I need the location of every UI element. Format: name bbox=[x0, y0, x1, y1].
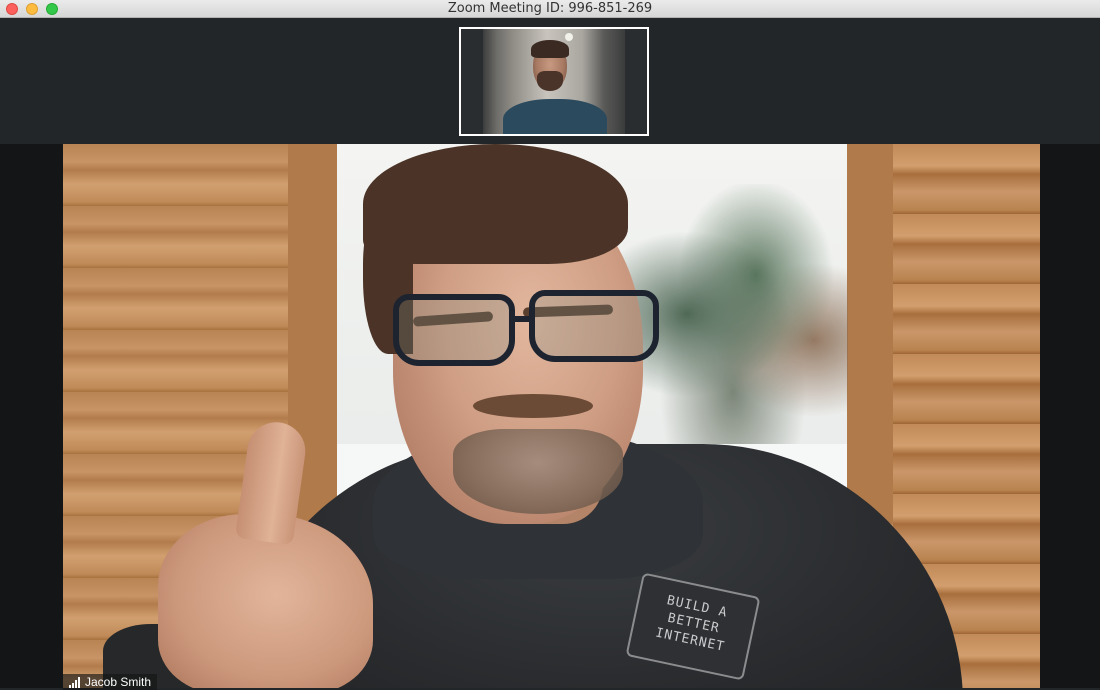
speaker-glasses-right-lens bbox=[529, 290, 659, 362]
speaker-glasses-left-lens bbox=[393, 294, 515, 366]
speaker-name: Jacob Smith bbox=[85, 675, 152, 689]
hoodie-logo-text: BUILD A BETTER INTERNET bbox=[653, 593, 729, 655]
participant-video-tile[interactable] bbox=[459, 27, 649, 136]
speaker-mustache bbox=[473, 394, 593, 418]
speaker-beard bbox=[453, 429, 623, 514]
thumbnail-person-hair bbox=[531, 40, 569, 58]
thumbnail-person-beard bbox=[537, 71, 563, 91]
window-title-bar[interactable]: Zoom Meeting ID: 996-851-269 bbox=[0, 0, 1100, 18]
participant-thumbnail-strip bbox=[0, 18, 1100, 144]
window-title: Zoom Meeting ID: 996-851-269 bbox=[447, 1, 653, 16]
main-video-area: BUILD A BETTER INTERNET Jacob Smith bbox=[0, 144, 1100, 690]
active-speaker-video[interactable]: BUILD A BETTER INTERNET bbox=[63, 144, 1040, 688]
ceiling-light bbox=[565, 33, 573, 41]
signal-strength-icon bbox=[69, 676, 80, 688]
speaker-glasses-bridge bbox=[513, 316, 531, 322]
thumbnail-person-body bbox=[503, 99, 607, 134]
